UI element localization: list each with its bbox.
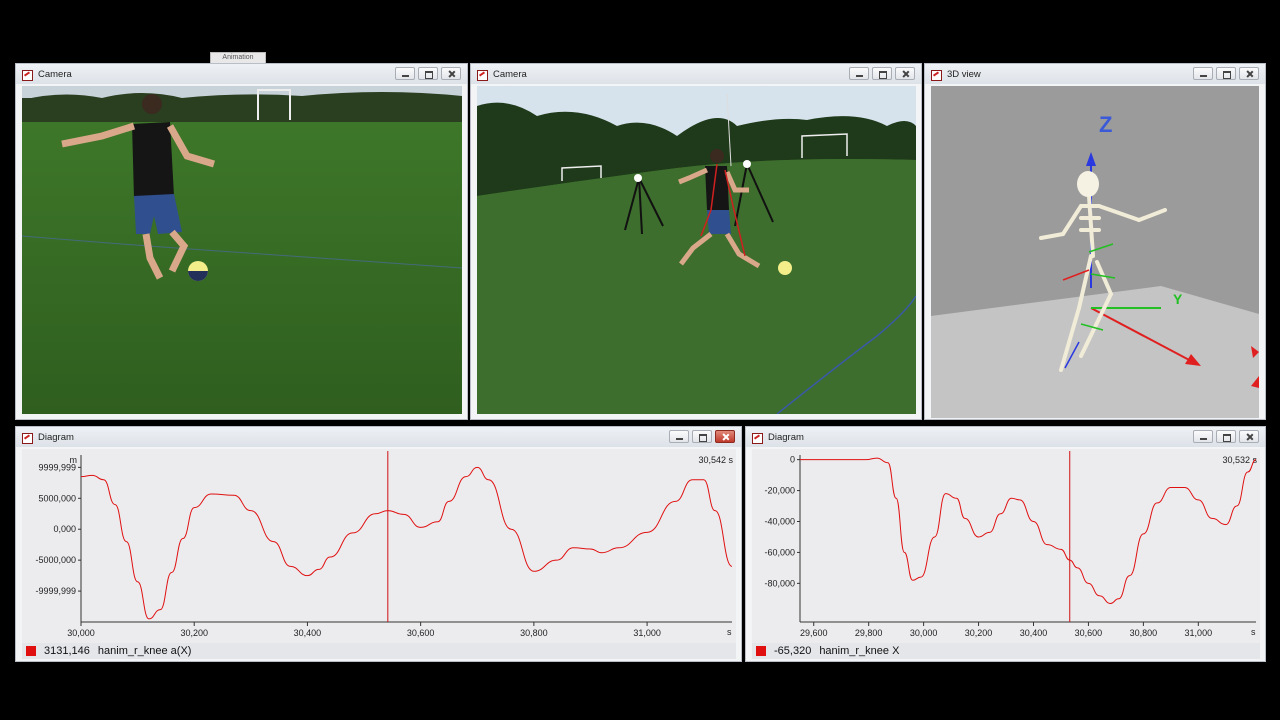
soccer-ball bbox=[778, 261, 792, 275]
legend-label: hanim_r_knee X bbox=[819, 645, 900, 657]
diagram-1-chart: m 30,542 s s 9999,9995000,0000,000-5000,… bbox=[35, 451, 733, 638]
x-tick-label: 30,200 bbox=[180, 628, 208, 638]
maximize-icon[interactable] bbox=[692, 430, 712, 443]
camera-2-titlebar[interactable]: Camera bbox=[471, 64, 921, 84]
x-tick-label: 30,200 bbox=[965, 628, 993, 638]
series-line bbox=[800, 457, 1257, 604]
series-color-swatch bbox=[756, 646, 766, 656]
diagram-window-2[interactable]: Diagram 30,532 s s 0 -20,000 -40,000 -60,00… bbox=[745, 426, 1266, 662]
diagram-1-titlebar[interactable]: Diagram bbox=[16, 427, 741, 447]
x-tick-label: 31,000 bbox=[633, 628, 661, 638]
diagram-1-legend: 3131,146 hanim_r_knee a(X) bbox=[22, 643, 736, 659]
y-tick-label: -80,000 bbox=[764, 578, 795, 588]
minimize-icon[interactable] bbox=[395, 67, 415, 80]
app-icon bbox=[752, 432, 763, 444]
maximize-icon[interactable] bbox=[1216, 430, 1236, 443]
camera-1-titlebar[interactable]: Camera bbox=[16, 64, 467, 84]
y-tick-label: -9999,999 bbox=[35, 586, 76, 596]
window-title: 3D view bbox=[947, 68, 981, 80]
window-title: Diagram bbox=[768, 431, 804, 443]
x-tick-label: 29,800 bbox=[855, 628, 883, 638]
minimize-icon[interactable] bbox=[669, 430, 689, 443]
series-line bbox=[80, 466, 733, 620]
y-tick-label: 0 bbox=[790, 455, 795, 465]
minimize-icon[interactable] bbox=[1193, 67, 1213, 80]
diagram-2-titlebar[interactable]: Diagram bbox=[746, 427, 1265, 447]
camera-1-view[interactable] bbox=[21, 86, 463, 414]
time-readout: 30,542 s bbox=[698, 455, 733, 465]
minimize-icon[interactable] bbox=[1193, 430, 1213, 443]
x-tick-label: 30,600 bbox=[407, 628, 435, 638]
axis-y-label: Y bbox=[1173, 291, 1183, 307]
x-tick-label: 31,000 bbox=[1185, 628, 1213, 638]
app-icon bbox=[22, 432, 33, 444]
close-icon[interactable] bbox=[441, 67, 461, 80]
maximize-icon[interactable] bbox=[872, 67, 892, 80]
maximize-icon[interactable] bbox=[1216, 67, 1236, 80]
y-tick-label: 5000,000 bbox=[38, 493, 76, 503]
diagram-2-chart: 30,532 s s 0-20,000-40,000-60,000-80,000… bbox=[764, 451, 1257, 638]
diagram-window-1[interactable]: Diagram m 30,542 s s 9999,999 5000,000 0,0… bbox=[15, 426, 742, 662]
x-tick-label: 30,000 bbox=[67, 628, 95, 638]
camera-1-scene bbox=[21, 86, 463, 414]
3d-view-window[interactable]: 3D view Z Y bbox=[924, 63, 1266, 420]
x-unit-label: s bbox=[1251, 627, 1256, 637]
app-icon bbox=[22, 69, 33, 81]
window-title: Diagram bbox=[38, 431, 74, 443]
close-icon[interactable] bbox=[715, 430, 735, 443]
x-tick-label: 30,800 bbox=[520, 628, 548, 638]
diagram-2-legend: -65,320 hanim_r_knee X bbox=[752, 643, 1260, 659]
3d-scene: Z Y bbox=[931, 86, 1259, 418]
y-tick-label: -60,000 bbox=[764, 547, 795, 557]
3d-viewport[interactable]: Z Y bbox=[931, 86, 1259, 418]
camera-2-scene bbox=[477, 86, 917, 415]
3d-view-titlebar[interactable]: 3D view bbox=[925, 64, 1265, 84]
camera-window-2[interactable]: Camera bbox=[470, 63, 922, 420]
y-tick-label: 9999,999 bbox=[38, 462, 76, 472]
skeleton-head bbox=[1077, 171, 1099, 197]
y-tick-label: -5000,000 bbox=[35, 555, 76, 565]
x-unit-label: s bbox=[727, 627, 732, 637]
app-icon bbox=[931, 69, 942, 81]
window-title: Camera bbox=[38, 68, 72, 80]
minimize-icon[interactable] bbox=[849, 67, 869, 80]
camera-2-view[interactable] bbox=[477, 86, 917, 415]
diagram-1-plot[interactable]: m 30,542 s s 9999,999 5000,000 0,000 -5000,… bbox=[22, 449, 736, 644]
series-color-swatch bbox=[26, 646, 36, 656]
close-icon[interactable] bbox=[1239, 67, 1259, 80]
legend-value: 3131,146 bbox=[44, 645, 90, 657]
x-tick-label: 30,000 bbox=[910, 628, 938, 638]
y-tick-label: -20,000 bbox=[764, 486, 795, 496]
diagram-2-plot[interactable]: 30,532 s s 0 -20,000 -40,000 -60,000 -80,000… bbox=[752, 449, 1260, 644]
window-title: Camera bbox=[493, 68, 527, 80]
app-icon bbox=[477, 69, 488, 81]
maximize-icon[interactable] bbox=[418, 67, 438, 80]
x-tick-label: 30,600 bbox=[1075, 628, 1103, 638]
x-tick-label: 30,800 bbox=[1130, 628, 1158, 638]
x-tick-label: 30,400 bbox=[1020, 628, 1048, 638]
close-icon[interactable] bbox=[1239, 430, 1259, 443]
camera-window-1[interactable]: Camera bbox=[15, 63, 468, 420]
y-tick-label: -40,000 bbox=[764, 516, 795, 526]
x-tick-label: 30,400 bbox=[294, 628, 322, 638]
x-tick-label: 29,600 bbox=[800, 628, 828, 638]
y-tick-label: 0,000 bbox=[53, 524, 76, 534]
axis-z-label: Z bbox=[1099, 112, 1112, 137]
close-icon[interactable] bbox=[895, 67, 915, 80]
legend-label: hanim_r_knee a(X) bbox=[97, 645, 192, 657]
legend-value: -65,320 bbox=[774, 645, 812, 657]
